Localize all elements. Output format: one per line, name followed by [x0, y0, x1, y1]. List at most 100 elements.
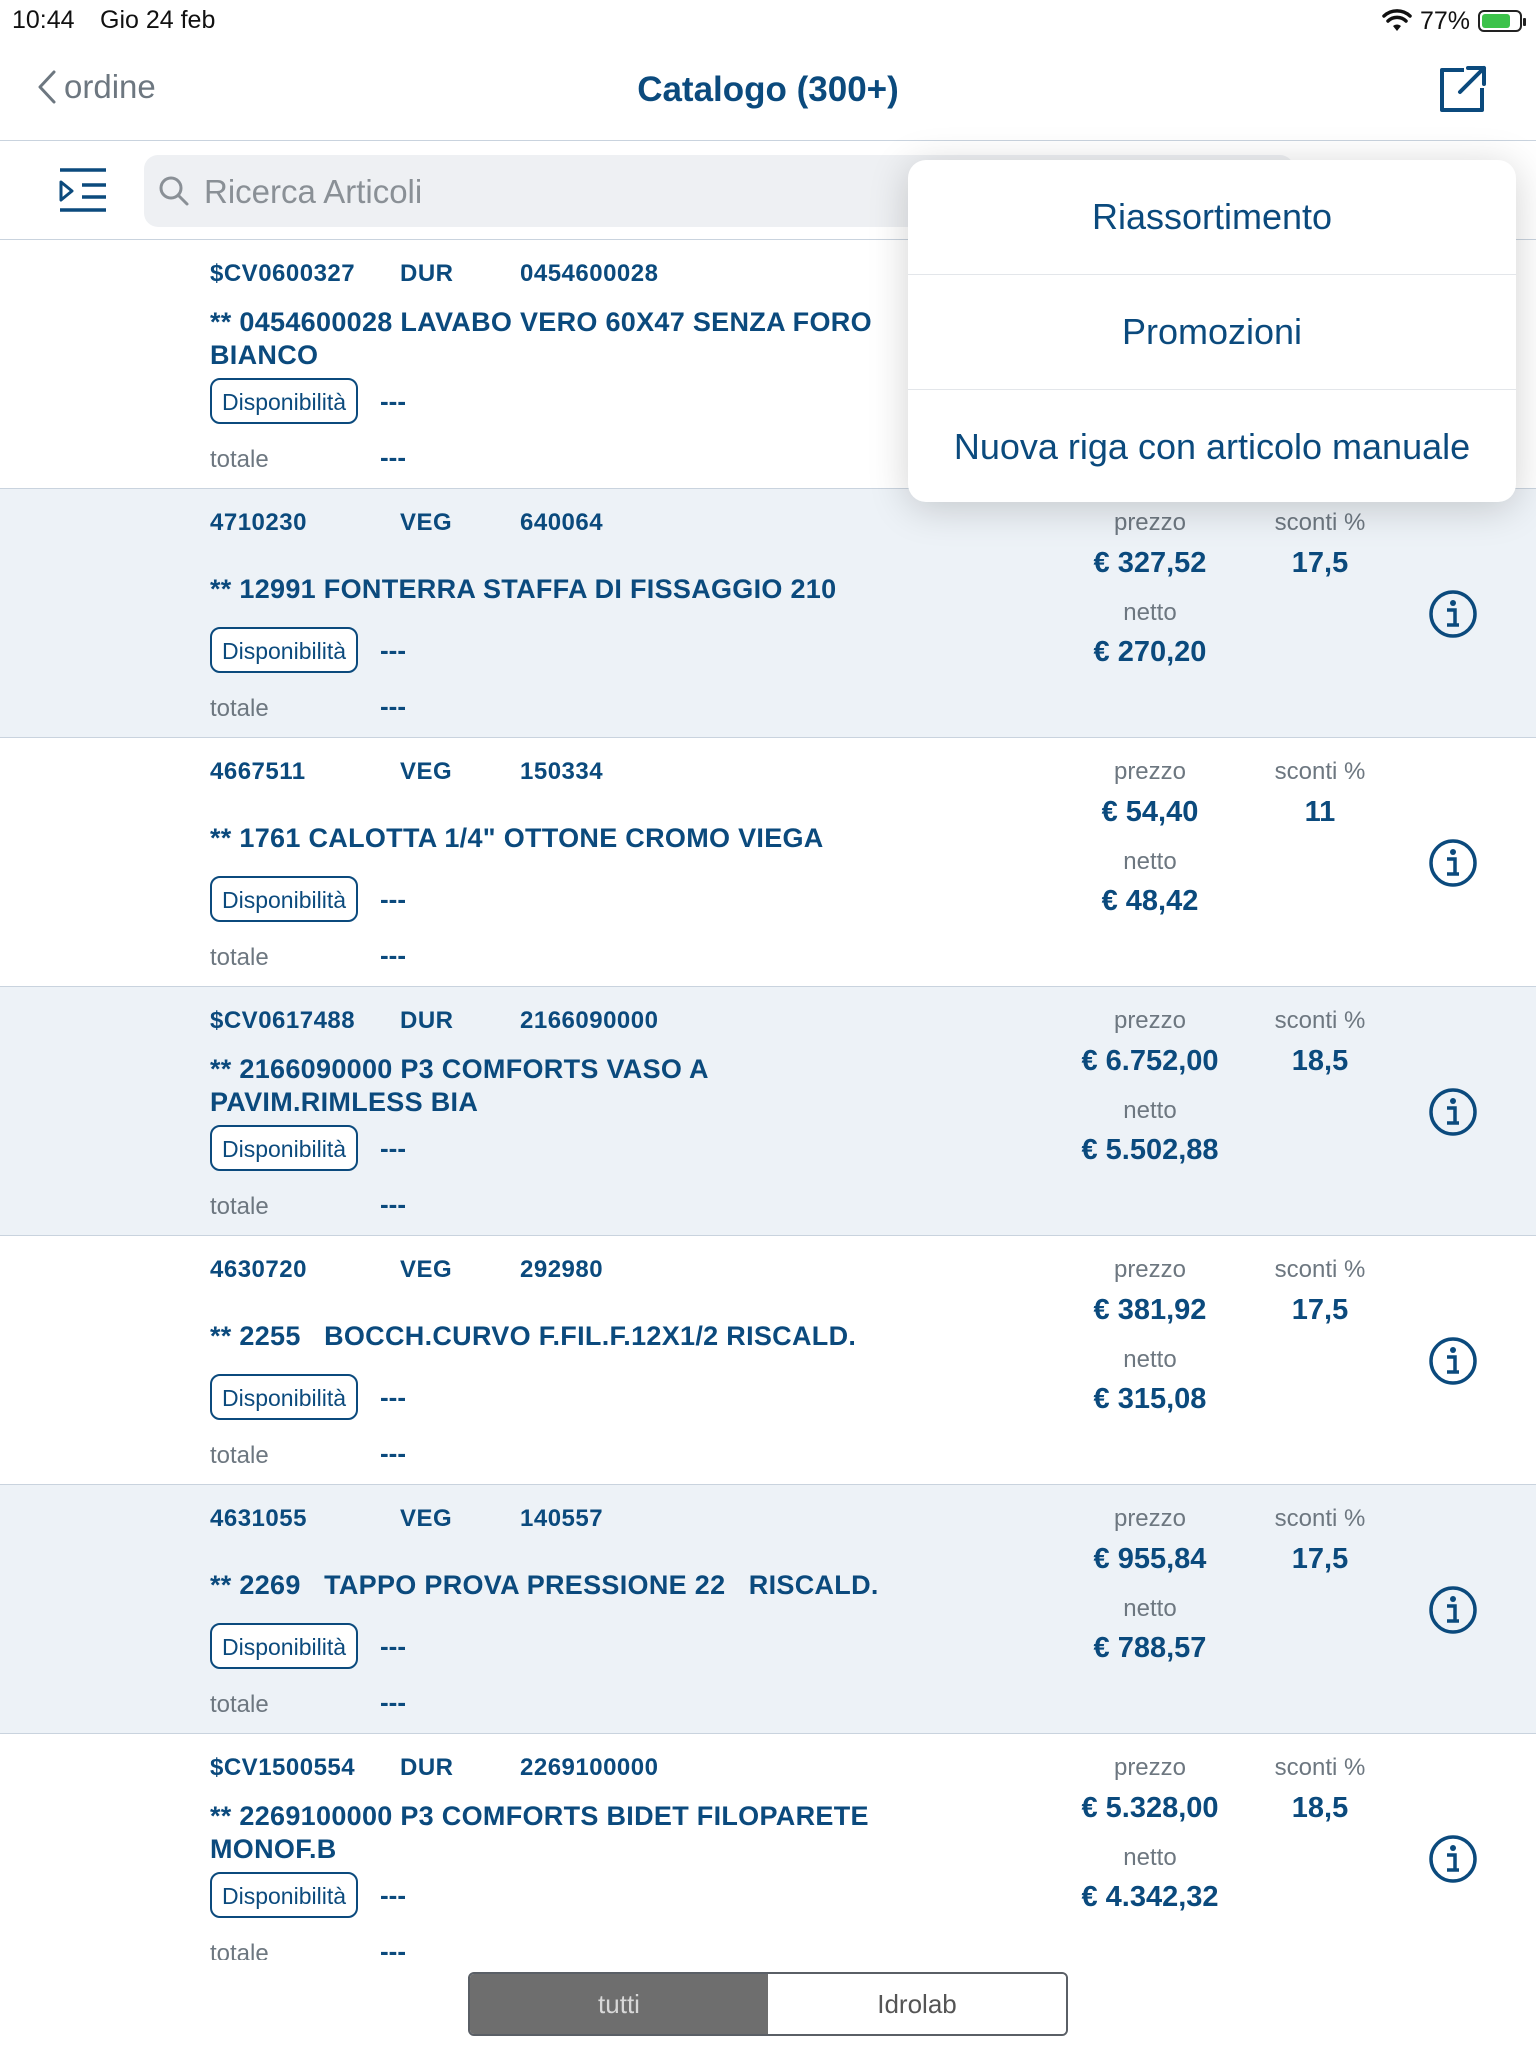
net-label: netto — [1123, 1346, 1177, 1373]
availability-button[interactable]: Disponibilità — [210, 1125, 359, 1171]
outline-toggle-icon[interactable] — [58, 167, 108, 213]
availability-button[interactable]: Disponibilità — [210, 1872, 359, 1918]
net-value: € 315,08 — [1093, 1383, 1207, 1415]
article-description: ** 1761 CALOTTA 1/4" OTTONE CROMO VIEGA — [210, 823, 824, 853]
status-right: 77% — [1382, 6, 1526, 36]
menu-item-riassortimento[interactable]: Riassortimento — [908, 160, 1516, 275]
availability-value: --- — [380, 1880, 406, 1910]
availability-value: --- — [380, 386, 406, 416]
article-description: ** 2269 TAPPO PROVA PRESSIONE 22 RISCALD… — [210, 1570, 879, 1600]
article-row[interactable]: $CV0617488 DUR 2166090000 ** 2166090000 … — [0, 987, 1536, 1236]
availability-value: --- — [380, 1382, 406, 1412]
net-label: netto — [1123, 1844, 1177, 1871]
total-value: --- — [380, 940, 406, 970]
net-value: € 270,20 — [1093, 636, 1207, 668]
article-description: ** 0454600028 LAVABO VERO 60X47 SENZA FO… — [210, 307, 872, 370]
net-value: € 4.342,32 — [1081, 1881, 1219, 1913]
battery-percent: 77% — [1419, 6, 1470, 35]
article-description: ** 2269100000 P3 COMFORTS BIDET FILOPARE… — [210, 1801, 869, 1864]
availability-button[interactable]: Disponibilità — [210, 1374, 359, 1420]
discount-value: 18,5 — [1291, 1792, 1349, 1824]
bottom-bar: tutti Idrolab — [0, 1960, 1536, 2048]
total-label: totale — [210, 695, 269, 722]
net-value: € 5.502,88 — [1081, 1134, 1219, 1166]
availability-button[interactable]: Disponibilità — [210, 876, 359, 922]
total-value: --- — [380, 1687, 406, 1717]
availability-value: --- — [380, 884, 406, 914]
info-icon[interactable] — [1428, 589, 1478, 639]
net-label: netto — [1123, 599, 1177, 626]
availability-value: --- — [380, 635, 406, 665]
availability-button[interactable]: Disponibilità — [210, 627, 359, 673]
battery-icon — [1478, 10, 1526, 32]
article-code: 4630720 — [210, 1256, 307, 1283]
discount-value: 17,5 — [1291, 1294, 1349, 1326]
net-value: € 48,42 — [1101, 885, 1199, 917]
article-code: $CV0617488 — [210, 1007, 356, 1034]
article-description: ** 2255 BOCCH.CURVO F.FIL.F.12X1/2 RISCA… — [210, 1321, 857, 1351]
article-code: 4667511 — [210, 758, 306, 785]
article-brand: VEG — [400, 1256, 453, 1283]
total-label: totale — [210, 1940, 269, 1960]
article-brand: VEG — [400, 509, 453, 536]
segment-tutti[interactable]: tutti — [470, 1974, 768, 2034]
article-supplier-code: 150334 — [520, 758, 604, 785]
status-bar: 10:44 Gio 24 feb 77% — [0, 0, 1536, 40]
info-icon[interactable] — [1428, 1834, 1478, 1884]
total-value: --- — [380, 1189, 406, 1219]
filter-segmented-control: tutti Idrolab — [468, 1972, 1068, 2036]
total-value: --- — [380, 691, 406, 721]
discount-label: sconti % — [1274, 509, 1366, 536]
article-brand: DUR — [400, 260, 454, 287]
availability-button[interactable]: Disponibilità — [210, 378, 359, 424]
article-code: $CV1500554 — [210, 1754, 356, 1781]
article-brand: DUR — [400, 1007, 454, 1034]
discount-value: 11 — [1304, 796, 1336, 828]
total-value: --- — [380, 1438, 406, 1468]
total-label: totale — [210, 1193, 269, 1220]
discount-label: sconti % — [1274, 1256, 1366, 1283]
discount-value: 17,5 — [1291, 547, 1349, 579]
article-row[interactable]: 4710230 VEG 640064 ** 12991 FONTERRA STA… — [0, 489, 1536, 738]
article-supplier-code: 2166090000 — [520, 1007, 659, 1034]
wifi-icon — [1382, 9, 1412, 31]
total-value: --- — [380, 1936, 406, 1960]
menu-item-promozioni[interactable]: Promozioni — [908, 275, 1516, 390]
segment-idrolab[interactable]: Idrolab — [768, 1974, 1066, 2034]
article-supplier-code: 2269100000 — [520, 1754, 659, 1781]
discount-value: 18,5 — [1291, 1045, 1349, 1077]
net-value: € 788,57 — [1093, 1632, 1207, 1664]
article-description: ** 12991 FONTERRA STAFFA DI FISSAGGIO 21… — [210, 574, 837, 604]
total-label: totale — [210, 446, 269, 473]
article-row[interactable]: 4630720 VEG 292980 ** 2255 BOCCH.CURVO F… — [0, 1236, 1536, 1485]
availability-button[interactable]: Disponibilità — [210, 1623, 359, 1669]
article-supplier-code: 292980 — [520, 1256, 604, 1283]
article-brand: VEG — [400, 758, 453, 785]
availability-value: --- — [380, 1631, 406, 1661]
discount-label: sconti % — [1274, 758, 1366, 785]
status-date: Gio 24 feb — [100, 6, 216, 34]
discount-label: sconti % — [1274, 1505, 1366, 1532]
discount-value: 17,5 — [1291, 1543, 1349, 1575]
info-icon[interactable] — [1428, 1087, 1478, 1137]
info-icon[interactable] — [1428, 838, 1478, 888]
article-supplier-code: 640064 — [520, 509, 604, 536]
net-label: netto — [1123, 1097, 1177, 1124]
article-row[interactable]: 4631055 VEG 140557 ** 2269 TAPPO PROVA P… — [0, 1485, 1536, 1734]
menu-item-manual-article[interactable]: Nuova riga con articolo manuale — [908, 390, 1516, 504]
total-label: totale — [210, 1691, 269, 1718]
article-row[interactable]: 4667511 VEG 150334 ** 1761 CALOTTA 1/4" … — [0, 738, 1536, 987]
actions-popover: Riassortimento Promozioni Nuova riga con… — [908, 160, 1516, 502]
search-icon — [159, 176, 189, 206]
article-code: 4631055 — [210, 1505, 307, 1532]
net-label: netto — [1123, 848, 1177, 875]
page-title: Catalogo (300+) — [637, 70, 899, 109]
article-brand: DUR — [400, 1754, 454, 1781]
share-icon[interactable] — [1434, 62, 1490, 118]
status-time: 10:44 — [12, 6, 75, 34]
article-row[interactable]: $CV1500554 DUR 2269100000 ** 2269100000 … — [0, 1734, 1536, 1960]
article-supplier-code: 140557 — [520, 1505, 604, 1532]
info-icon[interactable] — [1428, 1585, 1478, 1635]
article-code: 4710230 — [210, 509, 307, 536]
info-icon[interactable] — [1428, 1336, 1478, 1386]
